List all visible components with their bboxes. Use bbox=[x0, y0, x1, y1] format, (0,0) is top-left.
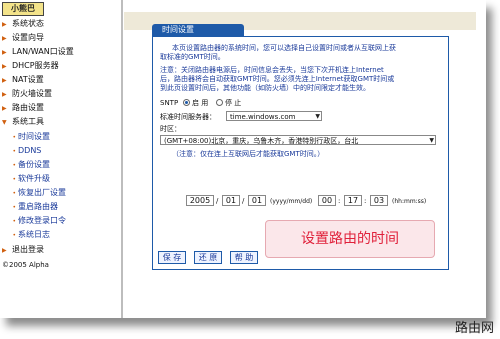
sidebar-subitem-time[interactable]: • 时间设置 bbox=[2, 132, 50, 143]
sidebar-divider bbox=[121, 0, 123, 318]
watermark: 路由网 bbox=[454, 321, 494, 336]
sntp-enable-radio[interactable] bbox=[183, 99, 190, 106]
brand-logo: 小熊巴 bbox=[2, 2, 44, 16]
arrow-icon: ▶ bbox=[2, 105, 7, 112]
sidebar-subitem-reboot[interactable]: • 重启路由器 bbox=[2, 202, 58, 213]
timezone-select[interactable]: (GMT+08:00)北京，重庆，乌鲁木齐，香港特别行政区，台北 ▼ bbox=[160, 135, 436, 145]
arrow-icon: ▶ bbox=[2, 21, 7, 28]
sidebar-subitem-ddns[interactable]: • DDNS bbox=[2, 146, 41, 157]
arrow-icon: ▶ bbox=[2, 91, 7, 98]
note-text-3: 到此页设置时间后，其他功能（如防火墙）中的时间限定才能生效。 bbox=[160, 84, 370, 92]
bullet-icon: • bbox=[12, 204, 16, 211]
note-text-1: 注意：关闭路由器电源后，时间信息会丢失，当您下次开机连上Internet bbox=[160, 66, 384, 74]
panel-title-tab: 时间设置 bbox=[152, 24, 244, 36]
hour-input[interactable]: 00 bbox=[318, 195, 336, 206]
date-separator: / bbox=[242, 197, 245, 205]
bullet-icon: • bbox=[12, 232, 16, 239]
date-separator: / bbox=[216, 197, 219, 205]
sntp-label: SNTP bbox=[160, 99, 179, 107]
intro-text-1: 本页设置路由器的系统时间，您可以选择自己设置时间或者从互联网上获 bbox=[172, 44, 396, 52]
sidebar-item-logout[interactable]: ▶ 退出登录 bbox=[2, 245, 44, 256]
router-admin-window: 小熊巴 ▶ 系统状态 ▶ 设置向导 ▶ LAN/WAN口设置 ▶ DHCP服务器 ▶ NA… bbox=[0, 0, 486, 318]
sidebar-subitem-factory-reset[interactable]: • 恢复出厂设置 bbox=[2, 188, 66, 199]
bullet-icon: • bbox=[12, 148, 16, 155]
annotation-callout: 设置路由的时间 bbox=[265, 220, 435, 258]
intro-text-2: 取标准的GMT时间。 bbox=[160, 53, 225, 61]
time-separator: : bbox=[364, 197, 367, 205]
minute-input[interactable]: 17 bbox=[344, 195, 362, 206]
time-server-select[interactable]: time.windows.com ▼ bbox=[226, 111, 322, 121]
bullet-icon: • bbox=[12, 176, 16, 183]
arrow-icon: ▶ bbox=[2, 35, 7, 42]
arrow-down-icon: ▼ bbox=[2, 119, 7, 126]
sidebar-subitem-upgrade[interactable]: • 软件升级 bbox=[2, 174, 50, 185]
sidebar-subitem-password[interactable]: • 修改登录口令 bbox=[2, 216, 66, 227]
arrow-icon: ▶ bbox=[2, 247, 7, 254]
timezone-note: （注意：仅在连上互联网后才能获取GMT时间。） bbox=[172, 150, 325, 158]
second-input[interactable]: 03 bbox=[370, 195, 388, 206]
save-button[interactable]: 保 存 bbox=[158, 251, 186, 264]
restore-button[interactable]: 还 原 bbox=[194, 251, 222, 264]
sidebar-item-status[interactable]: ▶ 系统状态 bbox=[2, 19, 44, 30]
year-input[interactable]: 2005 bbox=[186, 195, 214, 206]
note-text-2: 后，路由器将会自动获取GMT时间。您必须先连上Internet获取GMT时间或 bbox=[160, 75, 395, 83]
day-input[interactable]: 01 bbox=[248, 195, 266, 206]
sidebar-subitem-backup[interactable]: • 备份设置 bbox=[2, 160, 50, 171]
sidebar-item-routing[interactable]: ▶ 路由设置 bbox=[2, 103, 44, 114]
dropdown-arrow-icon: ▼ bbox=[315, 113, 320, 120]
sntp-disable-radio[interactable] bbox=[216, 99, 223, 106]
date-format-hint: (yyyy/mm/dd) bbox=[270, 198, 313, 205]
time-server-label: 标准时间服务器： bbox=[160, 113, 216, 121]
sidebar-item-wizard[interactable]: ▶ 设置向导 bbox=[2, 33, 44, 44]
help-button[interactable]: 帮 助 bbox=[230, 251, 258, 264]
sidebar-item-lan-wan[interactable]: ▶ LAN/WAN口设置 bbox=[2, 47, 74, 58]
bullet-icon: • bbox=[12, 218, 16, 225]
sntp-disable-label: 停 止 bbox=[225, 99, 242, 107]
timezone-label: 时区： bbox=[160, 125, 181, 133]
sidebar-item-firewall[interactable]: ▶ 防火墙设置 bbox=[2, 89, 52, 100]
sidebar-item-system-tools[interactable]: ▼ 系统工具 bbox=[2, 117, 44, 128]
dropdown-arrow-icon: ▼ bbox=[429, 137, 434, 144]
sidebar-item-dhcp[interactable]: ▶ DHCP服务器 bbox=[2, 61, 59, 72]
sidebar-item-nat[interactable]: ▶ NAT设置 bbox=[2, 75, 44, 86]
arrow-icon: ▶ bbox=[2, 77, 7, 84]
bullet-icon: • bbox=[12, 190, 16, 197]
arrow-icon: ▶ bbox=[2, 49, 7, 56]
bullet-icon: • bbox=[12, 162, 16, 169]
bullet-icon: • bbox=[12, 134, 16, 141]
sidebar: ▶ 系统状态 ▶ 设置向导 ▶ LAN/WAN口设置 ▶ DHCP服务器 ▶ NAT设置 … bbox=[0, 15, 118, 318]
copyright: ©2005 Alpha bbox=[2, 261, 49, 269]
time-format-hint: (hh:mm:ss) bbox=[392, 198, 427, 205]
time-separator: : bbox=[338, 197, 341, 205]
sntp-enable-label: 启 用 bbox=[192, 99, 209, 107]
month-input[interactable]: 01 bbox=[222, 195, 240, 206]
sidebar-subitem-log[interactable]: • 系统日志 bbox=[2, 230, 50, 241]
arrow-icon: ▶ bbox=[2, 63, 7, 70]
